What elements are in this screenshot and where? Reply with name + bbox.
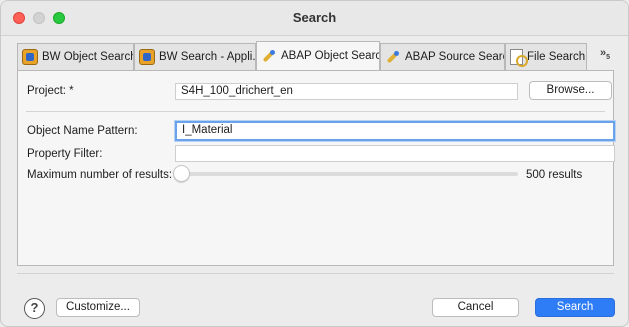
project-label: Project: * — [27, 85, 74, 97]
tab-label: BW Object Search — [42, 51, 134, 63]
property-filter-label: Property Filter: — [27, 148, 103, 160]
max-results-label: Maximum number of results: — [27, 169, 173, 181]
abap-icon — [385, 49, 401, 65]
title-bar: Search — [1, 1, 628, 36]
abap-object-search-panel: Project: * S4H_100_drichert_en Browse...… — [17, 70, 615, 266]
property-filter-input[interactable] — [175, 145, 615, 162]
customize-button[interactable]: Customize... — [56, 298, 140, 317]
tab-bw-object-search[interactable]: BW Object Search — [17, 43, 134, 70]
browse-button[interactable]: Browse... — [529, 81, 612, 100]
question-mark-icon: ? — [30, 300, 39, 315]
tab-label: BW Search - Appli... — [159, 51, 256, 63]
tab-label: ABAP Source Search — [405, 51, 505, 63]
overflow-count: 5 — [606, 54, 611, 62]
tab-label: ABAP Object Search — [281, 50, 380, 62]
project-field[interactable]: S4H_100_drichert_en — [175, 83, 518, 100]
tab-label: File Search — [527, 51, 586, 63]
tab-overflow-button[interactable]: »5 — [600, 47, 610, 61]
object-name-pattern-input[interactable]: I_Material — [175, 121, 615, 141]
window-title: Search — [292, 10, 337, 25]
tab-abap-object-search[interactable]: ABAP Object Search — [256, 41, 380, 70]
tab-abap-source-search[interactable]: ABAP Source Search — [380, 43, 505, 70]
search-button[interactable]: Search — [535, 298, 615, 317]
max-results-slider-track[interactable] — [183, 172, 518, 176]
tab-file-search[interactable]: File Search — [505, 43, 587, 70]
form-divider — [26, 111, 605, 112]
search-tab-bar: BW Object Search BW Search - Appli... AB… — [17, 41, 614, 70]
bw-icon — [139, 49, 155, 65]
max-results-slider-thumb[interactable] — [173, 165, 190, 182]
tab-bw-search-appli[interactable]: BW Search - Appli... — [134, 43, 256, 70]
abap-icon — [261, 48, 277, 64]
cancel-button[interactable]: Cancel — [432, 298, 519, 317]
bw-icon — [22, 49, 38, 65]
object-name-pattern-label: Object Name Pattern: — [27, 125, 138, 137]
footer-divider — [17, 273, 614, 274]
help-button[interactable]: ? — [24, 298, 45, 319]
file-search-icon — [510, 49, 528, 67]
max-results-value: 500 results — [526, 169, 583, 181]
search-dialog: Search BW Object Search BW Search - Appl… — [0, 0, 629, 327]
